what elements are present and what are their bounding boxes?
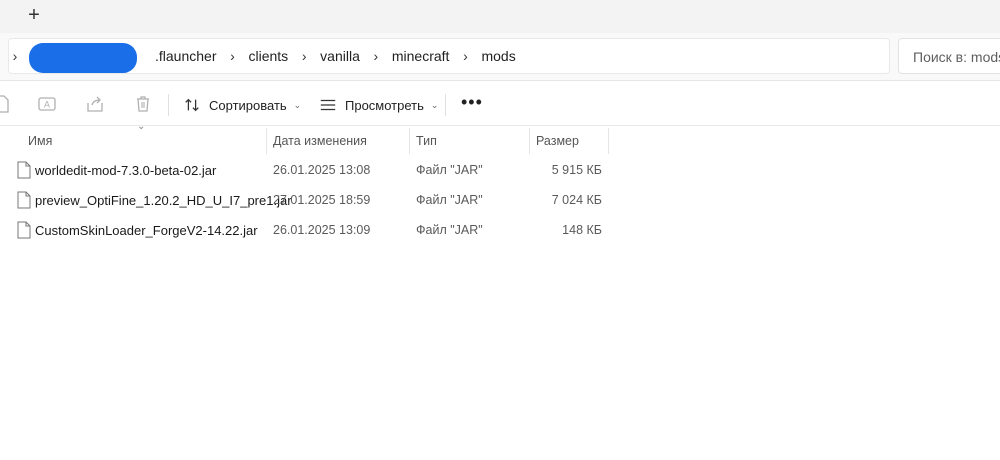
file-type: Файл "JAR" bbox=[416, 163, 483, 177]
address-row: › .flauncher › clients › vanilla › minec… bbox=[0, 33, 1000, 81]
file-icon bbox=[17, 161, 31, 179]
sort-label: Сортировать bbox=[209, 97, 287, 113]
column-header-name[interactable]: Имя bbox=[28, 126, 52, 154]
rename-icon[interactable]: A bbox=[37, 94, 57, 114]
breadcrumb-item-clients[interactable]: clients bbox=[238, 48, 298, 64]
file-row[interactable]: preview_OptiFine_1.20.2_HD_U_I7_pre1.jar… bbox=[0, 186, 620, 216]
column-divider[interactable] bbox=[409, 128, 410, 154]
column-header-date[interactable]: Дата изменения bbox=[273, 126, 367, 154]
sort-icon bbox=[185, 98, 199, 112]
breadcrumb-chevron-icon[interactable]: › bbox=[298, 48, 310, 64]
file-icon bbox=[17, 221, 31, 239]
breadcrumb-item-vanilla[interactable]: vanilla bbox=[310, 48, 370, 64]
breadcrumb-chevron-icon[interactable]: › bbox=[370, 48, 382, 64]
file-icon bbox=[17, 191, 31, 209]
sort-button[interactable]: Сортировать ⌄ bbox=[183, 92, 301, 118]
sort-indicator-icon: ⌄ bbox=[137, 121, 146, 132]
column-divider[interactable] bbox=[266, 128, 267, 154]
view-lines-icon bbox=[320, 99, 336, 111]
share-icon[interactable] bbox=[85, 94, 105, 114]
file-name: preview_OptiFine_1.20.2_HD_U_I7_pre1.jar bbox=[35, 193, 292, 208]
toolbar-divider bbox=[445, 94, 446, 116]
column-header-type[interactable]: Тип bbox=[416, 126, 437, 154]
file-size: 5 915 КБ bbox=[551, 163, 602, 177]
file-size: 148 КБ bbox=[562, 223, 602, 237]
breadcrumb-item-flauncher[interactable]: .flauncher bbox=[145, 48, 226, 64]
breadcrumb-chevron-icon[interactable]: › bbox=[226, 48, 238, 64]
file-date: 27.01.2025 18:59 bbox=[273, 193, 371, 207]
column-divider[interactable] bbox=[529, 128, 530, 154]
trash-icon[interactable] bbox=[133, 94, 153, 114]
file-type: Файл "JAR" bbox=[416, 223, 483, 237]
file-name: CustomSkinLoader_ForgeV2-14.22.jar bbox=[35, 223, 258, 238]
file-type: Файл "JAR" bbox=[416, 193, 483, 207]
breadcrumb-item-minecraft[interactable]: minecraft bbox=[382, 48, 460, 64]
search-input[interactable]: Поиск в: mods bbox=[898, 38, 1000, 74]
column-divider[interactable] bbox=[608, 128, 609, 154]
more-options-button[interactable]: ••• bbox=[461, 92, 483, 113]
tab-strip: + bbox=[0, 0, 1000, 33]
file-row[interactable]: CustomSkinLoader_ForgeV2-14.22.jar 26.01… bbox=[0, 216, 620, 246]
file-size: 7 024 КБ bbox=[551, 193, 602, 207]
toolbar-divider bbox=[168, 94, 169, 116]
chevron-down-icon: ⌄ bbox=[430, 99, 439, 110]
view-button[interactable]: Просмотреть ⌄ bbox=[319, 92, 438, 118]
file-date: 26.01.2025 13:09 bbox=[273, 223, 371, 237]
command-bar: A Сортировать ⌄ Просмотреть ⌄ bbox=[0, 82, 1000, 126]
redacted-path-segment bbox=[29, 43, 137, 73]
breadcrumb[interactable]: › .flauncher › clients › vanilla › minec… bbox=[8, 38, 890, 74]
new-tab-button[interactable]: + bbox=[24, 5, 44, 27]
breadcrumb-chevron-icon[interactable]: › bbox=[9, 48, 21, 64]
breadcrumb-item-mods[interactable]: mods bbox=[471, 48, 525, 64]
svg-text:A: A bbox=[44, 101, 51, 111]
breadcrumb-chevron-icon[interactable]: › bbox=[459, 48, 471, 64]
chevron-down-icon: ⌄ bbox=[293, 99, 302, 110]
file-icon[interactable] bbox=[0, 94, 12, 114]
file-date: 26.01.2025 13:08 bbox=[273, 163, 371, 177]
column-header-size[interactable]: Размер bbox=[536, 126, 579, 154]
file-name: worldedit-mod-7.3.0-beta-02.jar bbox=[35, 163, 217, 178]
view-label: Просмотреть bbox=[345, 97, 424, 113]
file-row[interactable]: worldedit-mod-7.3.0-beta-02.jar 26.01.20… bbox=[0, 156, 620, 186]
